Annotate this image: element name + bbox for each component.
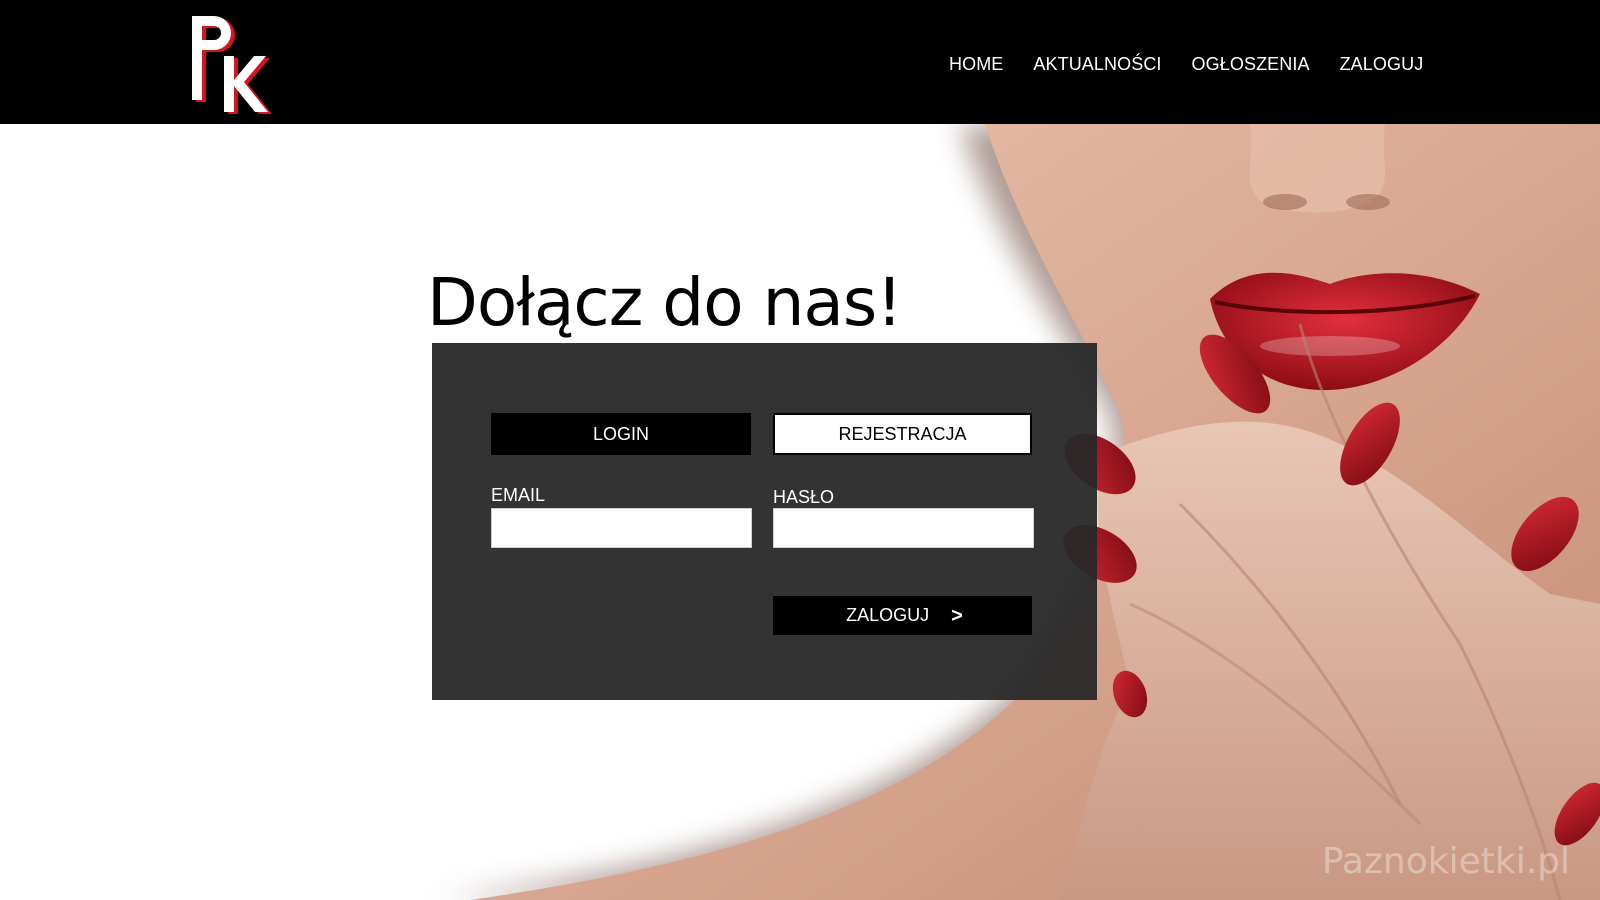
tab-login[interactable]: LOGIN xyxy=(491,413,751,455)
password-field[interactable] xyxy=(773,508,1034,548)
nav-news-link[interactable]: AKTUALNOŚCI xyxy=(1033,52,1161,76)
page-title: Dołącz do nas! xyxy=(427,264,903,341)
main-nav: HOME AKTUALNOŚCI OGŁOSZENIA ZALOGUJ xyxy=(949,52,1423,76)
email-label: EMAIL xyxy=(491,485,546,505)
email-field[interactable] xyxy=(491,508,752,548)
tab-register[interactable]: REJESTRACJA xyxy=(773,413,1032,455)
nav-login-link[interactable]: ZALOGUJ xyxy=(1340,52,1424,76)
nav-ads-link[interactable]: OGŁOSZENIA xyxy=(1192,52,1310,76)
watermark-text: Paznokietki.pl xyxy=(1321,841,1570,882)
login-submit-button[interactable]: ZALOGUJ > xyxy=(773,596,1032,635)
submit-label: ZALOGUJ xyxy=(846,605,930,625)
arrow-right-icon: > xyxy=(951,604,963,627)
pk-logo-icon xyxy=(192,16,272,114)
nav-home-link[interactable]: HOME xyxy=(949,52,1003,76)
auth-panel: LOGIN REJESTRACJA EMAIL HASŁO ZALOGUJ > xyxy=(432,343,1097,700)
password-label: HASŁO xyxy=(773,487,835,507)
top-navbar: HOME AKTUALNOŚCI OGŁOSZENIA ZALOGUJ xyxy=(0,0,1600,124)
site-logo[interactable] xyxy=(190,14,280,114)
